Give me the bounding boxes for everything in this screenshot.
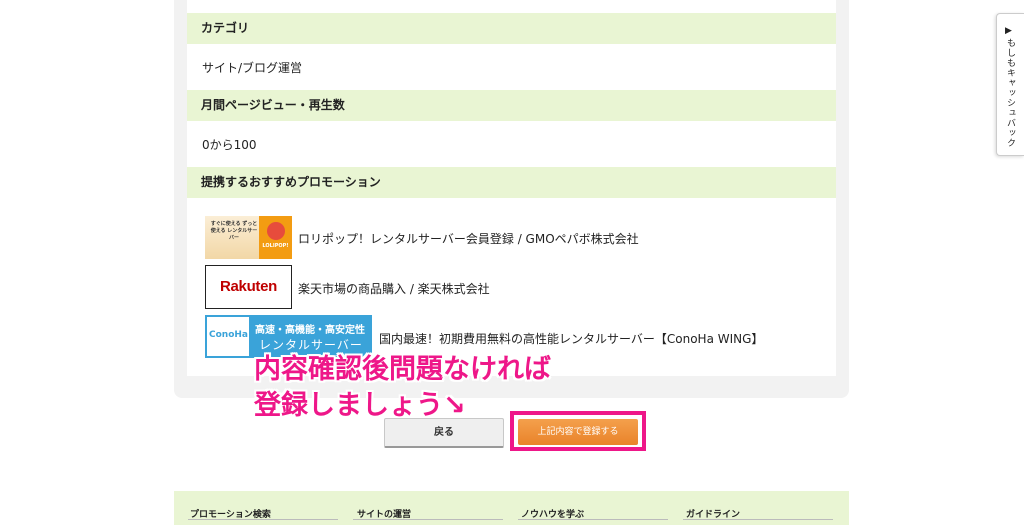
category-value: サイト/ブログ運営 (202, 61, 303, 75)
category-header: カテゴリ (187, 13, 836, 44)
footer-divider (188, 519, 338, 520)
promotion-name-lolipop[interactable]: ロリポップ！レンタルサーバー会員登録 / GMOペパボ株式会社 (298, 230, 639, 247)
callout-line1: 内容確認後問題なければ (254, 354, 551, 385)
conoha-logo-box: ConoHa (205, 315, 251, 358)
register-button[interactable]: 上記内容で登録する (518, 419, 638, 445)
triangle-right-icon: ▶ (1005, 26, 1012, 36)
cashback-side-tab-label: もしもキャッシュバック (1005, 38, 1015, 148)
promotion-name-conoha[interactable]: 国内最速！初期費用無料の高性能レンタルサーバー【ConoHa WING】 (379, 330, 763, 347)
lolipop-logo-text: LOLIPOP! (262, 243, 289, 249)
conoha-banner-line1: 高速・高機能・高安定性 (255, 325, 365, 336)
back-button[interactable]: 戻る (384, 418, 504, 448)
promotions-header: 提携するおすすめプロモーション (187, 167, 836, 198)
footer-divider (353, 519, 503, 520)
callout-line2: 登録しましょう↘ (254, 390, 466, 421)
promotion-name-rakuten[interactable]: 楽天市場の商品購入 / 楽天株式会社 (298, 280, 490, 297)
lolipop-banner-text: すぐに使える ずっと使える レンタルサーバー (210, 221, 258, 241)
footer-divider (518, 519, 668, 520)
rakuten-thumbnail[interactable]: Rakuten (205, 265, 292, 309)
pageviews-header: 月間ページビュー・再生数 (187, 90, 836, 121)
lolipop-logo-icon (267, 222, 285, 240)
footer-divider (683, 519, 833, 520)
conoha-logo: ConoHa (209, 330, 248, 340)
rakuten-logo: Rakuten (219, 278, 278, 295)
pageviews-value: 0から100 (202, 138, 257, 152)
lolipop-thumbnail[interactable]: すぐに使える ずっと使える レンタルサーバー LOLIPOP! (205, 216, 292, 259)
cashback-side-tab[interactable]: ▶ もしもキャッシュバック (996, 13, 1024, 156)
